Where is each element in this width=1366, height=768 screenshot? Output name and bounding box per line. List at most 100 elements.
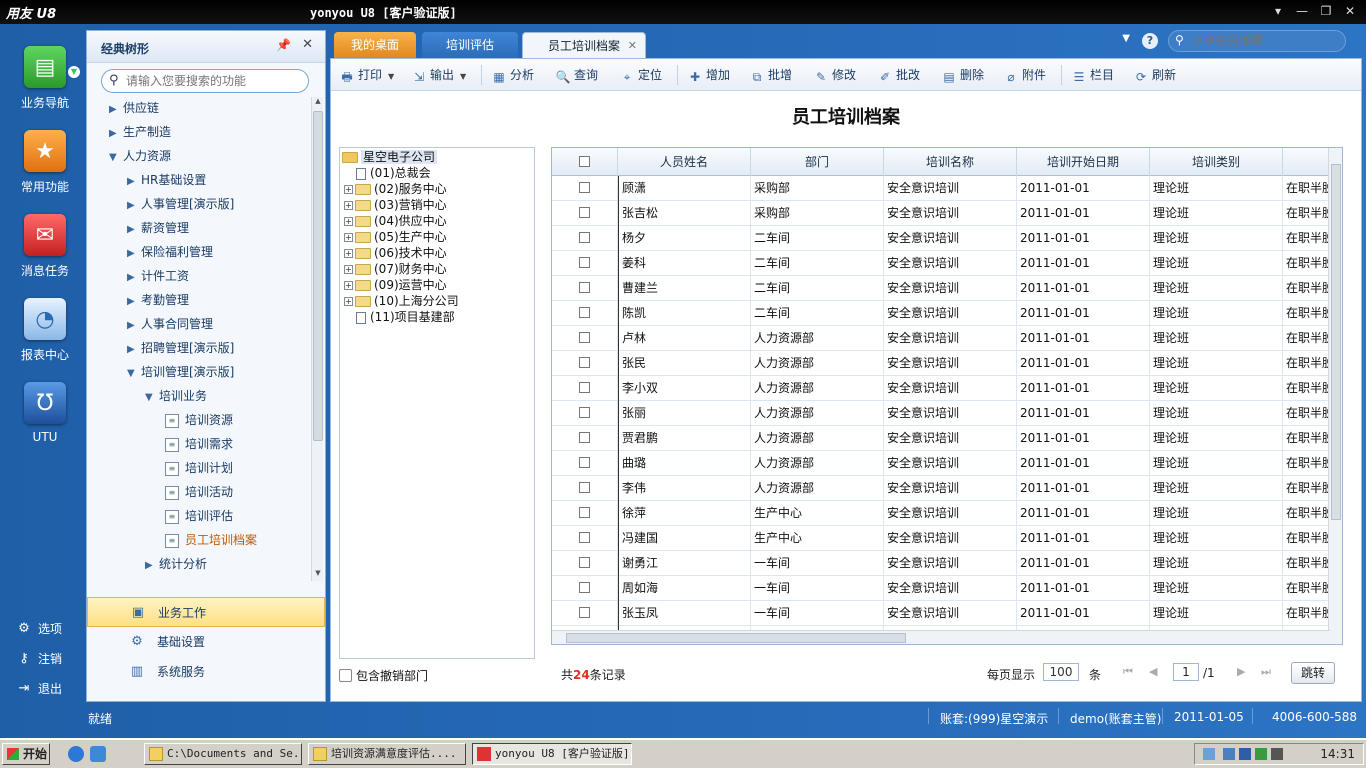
nav-utu[interactable]: Ʊ UTU (10, 382, 80, 444)
row-checkbox[interactable] (579, 407, 590, 418)
row-checkbox[interactable] (579, 232, 590, 243)
footer-base-settings[interactable]: ⚙ 基础设置 (87, 627, 325, 657)
row-checkbox[interactable] (579, 582, 590, 593)
nav-options[interactable]: ⚙ 选项 (16, 620, 62, 637)
expand-icon[interactable]: + (344, 185, 353, 194)
table-row[interactable]: 张吉松采购部安全意识培训2011-01-01理论班在职半脱 (552, 201, 1342, 226)
tree-item[interactable]: ▼ 培训管理[演示版] (127, 361, 234, 383)
table-row[interactable]: 李小双人力资源部安全意识培训2011-01-01理论班在职半脱 (552, 376, 1342, 401)
table-row[interactable]: 姜科二车间安全意识培训2011-01-01理论班在职半脱 (552, 251, 1342, 276)
print-button[interactable]: 🖶 打印 ▼ (339, 67, 394, 85)
table-vertical-scrollbar[interactable] (1328, 148, 1342, 644)
expand-icon[interactable]: + (344, 265, 353, 274)
nav-logout[interactable]: ⚷ 注销 (16, 650, 62, 667)
expand-icon[interactable]: + (344, 217, 353, 226)
expand-icon[interactable]: + (344, 201, 353, 210)
table-row[interactable]: 曹建兰二车间安全意识培训2011-01-01理论班在职半脱 (552, 276, 1342, 301)
checkbox[interactable] (339, 669, 352, 682)
scroll-up-icon[interactable]: ▲ (312, 97, 324, 109)
tree-scrollbar[interactable]: ▲ ▼ (311, 97, 323, 581)
row-checkbox[interactable] (579, 532, 590, 543)
table-row[interactable]: 陈凯二车间安全意识培训2011-01-01理论班在职半脱 (552, 301, 1342, 326)
help-icon[interactable]: ? (1142, 33, 1158, 49)
prev-page-icon[interactable]: ◀ (1149, 665, 1157, 678)
tree-item[interactable]: ≡ 培训资源 (165, 409, 233, 431)
tree-item[interactable]: ▼ 人力资源 (109, 145, 171, 167)
attachment-button[interactable]: ⌀ 附件 (1003, 67, 1046, 85)
row-checkbox[interactable] (579, 557, 590, 568)
nav-message-tasks[interactable]: ✉ 消息任务 (10, 214, 80, 279)
per-page-input[interactable]: 100 (1043, 663, 1079, 681)
table-row[interactable]: 冯建国生产中心安全意识培训2011-01-01理论班在职半脱 (552, 526, 1342, 551)
org-tree-node[interactable]: + (03)营销中心 (344, 197, 447, 213)
add-button[interactable]: ✚ 增加 (687, 67, 730, 85)
columns-button[interactable]: ☰ 栏目 (1071, 67, 1114, 85)
table-horizontal-scrollbar[interactable] (552, 630, 1330, 644)
nav-business-navigation[interactable]: ▤ ▼ 业务导航 (10, 46, 80, 111)
tab-employee-training-records[interactable]: 员工培训档案 ✕ (522, 32, 646, 58)
org-tree-node[interactable]: (11)项目基建部 (356, 309, 455, 325)
org-tree-node[interactable]: + (02)服务中心 (344, 181, 447, 197)
quick-launch-icon[interactable] (90, 746, 106, 762)
row-checkbox[interactable] (579, 182, 590, 193)
column-header[interactable]: 培训类别 (1150, 148, 1283, 176)
chevron-down-icon[interactable]: ▼ (388, 72, 394, 81)
tab-training-evaluation[interactable]: 培训评估 (422, 32, 518, 58)
org-tree-node[interactable]: + (05)生产中心 (344, 229, 447, 245)
scroll-thumb[interactable] (313, 111, 323, 441)
table-row[interactable]: 张民人力资源部安全意识培训2011-01-01理论班在职半脱 (552, 351, 1342, 376)
start-button[interactable]: 开始 (2, 743, 50, 765)
column-header[interactable]: 部门 (751, 148, 884, 176)
row-checkbox[interactable] (579, 382, 590, 393)
footer-business-work[interactable]: ▣ 业务工作 (87, 597, 325, 627)
security-icon[interactable] (1239, 748, 1251, 760)
row-checkbox[interactable] (579, 257, 590, 268)
tree-item[interactable]: ▶ 薪资管理 (127, 217, 189, 239)
restore-icon[interactable]: ❐ (1316, 2, 1336, 20)
locate-button[interactable]: ⌖ 定位 (619, 67, 662, 85)
scroll-thumb[interactable] (1331, 164, 1341, 520)
org-tree-node[interactable]: + (06)技术中心 (344, 245, 447, 261)
row-checkbox[interactable] (579, 282, 590, 293)
tab-my-desktop[interactable]: 我的桌面 (334, 32, 416, 58)
display-icon[interactable] (1223, 748, 1235, 760)
tree-item[interactable]: ▶ 计件工资 (127, 265, 189, 287)
analyze-button[interactable]: ▦ 分析 (491, 67, 534, 85)
last-page-icon[interactable]: ⏭ (1261, 665, 1271, 679)
include-cancelled-departments-checkbox[interactable]: 包含撤销部门 (339, 667, 428, 684)
row-checkbox[interactable] (579, 357, 590, 368)
column-header[interactable]: 培训名称 (884, 148, 1017, 176)
tree-item[interactable]: ▶ 人事合同管理 (127, 313, 213, 335)
table-row[interactable]: 曲璐人力资源部安全意识培训2011-01-01理论班在职半脱 (552, 451, 1342, 476)
tree-item[interactable]: ▶ 人事管理[演示版] (127, 193, 234, 215)
table-row[interactable]: 周如海一车间安全意识培训2011-01-01理论班在职半脱 (552, 576, 1342, 601)
taskbar-item-u8[interactable]: yonyou U8 [客户验证版] (472, 743, 632, 765)
row-checkbox[interactable] (579, 207, 590, 218)
org-tree-node[interactable]: + (04)供应中心 (344, 213, 447, 229)
expand-icon[interactable]: + (344, 233, 353, 242)
chevron-down-icon[interactable]: ▼ (460, 72, 466, 81)
org-tree-node[interactable]: + (07)财务中心 (344, 261, 447, 277)
table-row[interactable]: 卢林人力资源部安全意识培训2011-01-01理论班在职半脱 (552, 326, 1342, 351)
tree-item[interactable]: ▼ 培训业务 (145, 385, 207, 407)
scroll-thumb[interactable] (566, 633, 906, 643)
org-tree-node[interactable]: (01)总裁会 (356, 165, 431, 181)
vmware-icon[interactable] (1271, 748, 1283, 760)
table-row[interactable]: 贾君鹏人力资源部安全意识培训2011-01-01理论班在职半脱 (552, 426, 1342, 451)
table-row[interactable]: 李伟人力资源部安全意识培训2011-01-01理论班在职半脱 (552, 476, 1342, 501)
barcode-search-input[interactable] (1191, 33, 1339, 49)
tree-item[interactable]: ≡ 培训活动 (165, 481, 233, 503)
expand-icon[interactable]: + (344, 297, 353, 306)
expand-icon[interactable]: + (344, 281, 353, 290)
tree-item[interactable]: ▶ 考勤管理 (127, 289, 189, 311)
taskbar-item-explorer[interactable]: C:\Documents and Se... (144, 743, 302, 765)
column-header[interactable] (1283, 148, 1329, 176)
row-checkbox[interactable] (579, 307, 590, 318)
page-number-input[interactable]: 1 (1173, 663, 1199, 681)
tab-list-dropdown-icon[interactable]: ▼ (1122, 33, 1130, 44)
row-checkbox[interactable] (579, 507, 590, 518)
minimize-icon[interactable]: — (1292, 2, 1312, 20)
column-header[interactable]: 培训开始日期 (1017, 148, 1150, 176)
menu-dropdown-icon[interactable]: ▾ (1268, 2, 1288, 20)
org-tree-root[interactable]: 星空电子公司 (342, 149, 438, 165)
